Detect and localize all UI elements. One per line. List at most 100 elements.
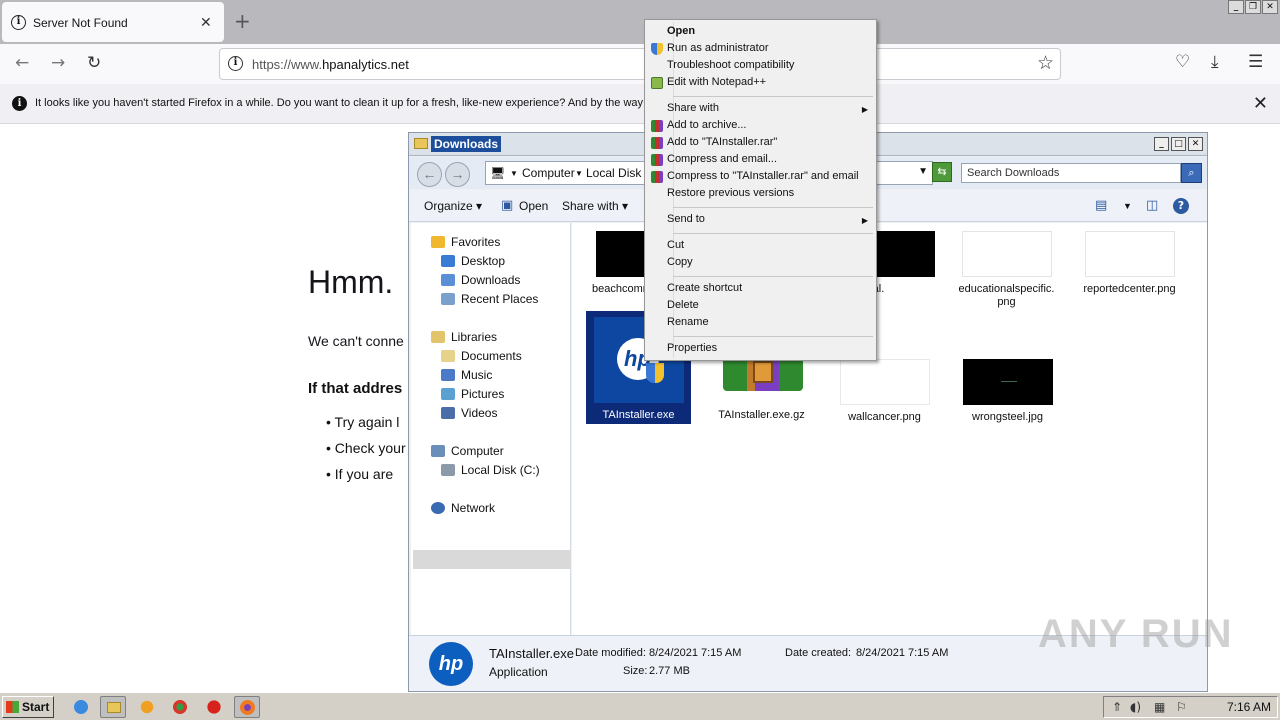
view-icon[interactable]: ▤ — [1095, 198, 1107, 213]
menu-item-notepadpp[interactable]: Edit with Notepad++ — [667, 76, 766, 88]
search-input[interactable]: Search Downloads — [961, 163, 1181, 183]
winrar-icon — [651, 137, 663, 149]
internet-explorer-icon[interactable] — [68, 696, 94, 718]
chevron-down-icon[interactable]: ▼ — [510, 169, 518, 178]
menu-item-send-to[interactable]: Send to — [667, 213, 705, 225]
nav-downloads[interactable]: Downloads — [441, 273, 520, 287]
menu-item-open[interactable]: Open — [667, 25, 695, 37]
bookmark-star-icon[interactable]: ☆ — [1037, 52, 1054, 74]
image-thumbnail — [839, 359, 930, 405]
file-item[interactable]: wallcancer.png — [832, 359, 937, 424]
chevron-down-icon[interactable]: ▼ — [575, 169, 583, 178]
file-item[interactable]: reportedcenter.png — [1077, 231, 1182, 296]
organize-button[interactable]: Organize ▾ — [424, 199, 482, 213]
nav-favorites[interactable]: Favorites — [431, 235, 500, 249]
nav-documents[interactable]: Documents — [441, 349, 522, 363]
desktop-icon — [441, 255, 455, 267]
file-item[interactable]: educationalspecific. png — [954, 231, 1059, 309]
menu-item-compress-email[interactable]: Compress and email... — [667, 153, 777, 165]
open-button[interactable]: Open — [519, 199, 548, 213]
details-modified-label: Date modified: — [575, 647, 646, 659]
menu-item-add-to-archive[interactable]: Add to archive... — [667, 119, 747, 131]
close-window-button[interactable]: ✕ — [1262, 0, 1278, 14]
menu-item-rename[interactable]: Rename — [667, 316, 709, 328]
network-tray-icon[interactable]: ▦ — [1154, 700, 1165, 714]
nav-computer[interactable]: Computer — [431, 444, 504, 458]
menu-icon[interactable]: ☰ — [1248, 52, 1263, 72]
info-icon: i — [12, 96, 27, 111]
menu-separator — [673, 336, 873, 337]
file-item[interactable]: wrongsteel.jpg — [955, 359, 1060, 424]
error-heading: Hmm. — [308, 264, 394, 300]
browser-tab[interactable]: i Server Not Found ✕ — [2, 2, 224, 42]
url-bar[interactable]: i https://www.hpanalytics.net ☆ — [219, 48, 1061, 80]
notification-text: It looks like you haven't started Firefo… — [35, 97, 644, 109]
nav-desktop[interactable]: Desktop — [441, 254, 505, 268]
menu-item-compress-rar-email[interactable]: Compress to "TAInstaller.rar" and email — [667, 170, 859, 182]
download-icon[interactable]: ⤓ — [1211, 52, 1219, 72]
menu-item-restore-versions[interactable]: Restore previous versions — [667, 187, 794, 199]
libraries-icon — [431, 331, 445, 343]
anyrun-watermark: ANY RUN — [1038, 612, 1234, 656]
close-window-button[interactable]: ✕ — [1188, 137, 1203, 151]
nav-videos[interactable]: Videos — [441, 406, 497, 420]
share-with-button[interactable]: Share with ▾ — [562, 199, 628, 213]
breadcrumb-computer[interactable]: Computer — [522, 166, 575, 180]
nav-music[interactable]: Music — [441, 368, 492, 382]
nav-libraries[interactable]: Libraries — [431, 330, 497, 344]
pocket-icon[interactable]: ♡ — [1175, 52, 1190, 72]
minimize-button[interactable]: _ — [1228, 0, 1244, 14]
nav-recent-places[interactable]: Recent Places — [441, 292, 538, 306]
forward-icon[interactable]: → — [51, 53, 65, 73]
preview-pane-icon[interactable]: ◫ — [1146, 198, 1158, 213]
reload-icon[interactable]: ↻ — [87, 53, 101, 73]
menu-separator — [673, 96, 873, 97]
explorer-task-button[interactable] — [100, 696, 126, 718]
menu-item-cut[interactable]: Cut — [667, 239, 684, 251]
firefox-task-button[interactable] — [234, 696, 260, 718]
menu-item-troubleshoot[interactable]: Troubleshoot compatibility — [667, 59, 794, 71]
refresh-icon[interactable]: ⇆ — [932, 162, 952, 182]
help-icon[interactable]: ? — [1173, 198, 1189, 214]
menu-item-delete[interactable]: Delete — [667, 299, 699, 311]
tray-expand-icon[interactable]: ⇑ — [1112, 700, 1122, 714]
recent-places-icon — [441, 293, 455, 305]
site-info-icon[interactable]: i — [228, 56, 243, 71]
chevron-down-icon[interactable]: ▼ — [918, 166, 928, 177]
menu-item-create-shortcut[interactable]: Create shortcut — [667, 282, 742, 294]
forward-arrow-icon[interactable]: → — [445, 162, 470, 187]
menu-item-run-as-admin[interactable]: Run as administrator — [667, 42, 769, 54]
search-icon[interactable]: ⌕ — [1181, 163, 1202, 183]
opera-icon[interactable] — [201, 696, 227, 718]
maximize-button[interactable]: □ — [1171, 137, 1186, 151]
new-tab-button[interactable]: + — [234, 9, 251, 33]
action-center-flag-icon[interactable]: ⚐ — [1176, 700, 1187, 714]
nav-pictures[interactable]: Pictures — [441, 387, 504, 401]
menu-item-share-with[interactable]: Share with — [667, 102, 719, 114]
volume-icon[interactable]: ◖) — [1130, 700, 1141, 714]
back-icon[interactable]: ← — [15, 53, 29, 73]
details-created-label: Date created: — [785, 647, 852, 659]
list-item: • Try again l — [326, 414, 400, 430]
menu-item-properties[interactable]: Properties — [667, 342, 717, 354]
chrome-icon[interactable] — [167, 696, 193, 718]
info-icon: i — [11, 15, 26, 30]
start-button[interactable]: Start — [2, 696, 54, 718]
back-arrow-icon[interactable]: ← — [417, 162, 442, 187]
nav-network[interactable]: Network — [431, 501, 495, 515]
minimize-button[interactable]: _ — [1154, 137, 1169, 151]
chevron-down-icon[interactable]: ▼ — [1123, 201, 1132, 211]
restore-button[interactable]: ❐ — [1245, 0, 1261, 14]
menu-separator — [673, 233, 873, 234]
browser-navbar: ← → ↻ i https://www.hpanalytics.net ☆ ♡ … — [0, 44, 1280, 84]
open-icon: ▣ — [501, 198, 514, 213]
close-tab-icon[interactable]: ✕ — [200, 14, 212, 31]
menu-item-copy[interactable]: Copy — [667, 256, 693, 268]
star-icon — [431, 236, 445, 248]
details-type: Application — [489, 665, 548, 679]
menu-item-add-to-rar[interactable]: Add to "TAInstaller.rar" — [667, 136, 777, 148]
nav-local-disk[interactable]: Local Disk (C:) — [441, 463, 540, 477]
close-icon[interactable]: ✕ — [1253, 93, 1268, 114]
details-created: 8/24/2021 7:15 AM — [856, 647, 949, 659]
media-player-icon[interactable] — [134, 696, 160, 718]
